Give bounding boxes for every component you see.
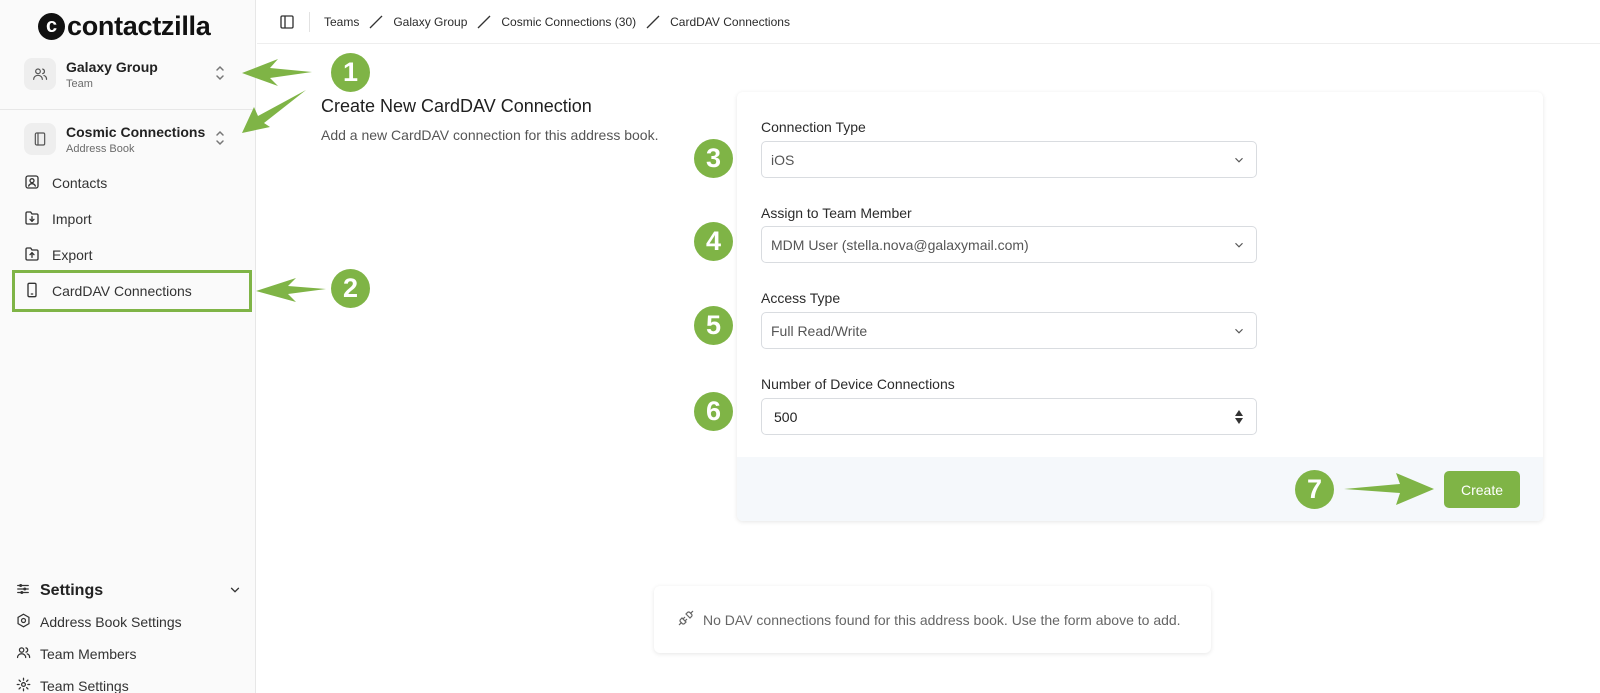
team-switcher[interactable]: Galaxy Group Team: [16, 48, 240, 100]
create-connection-form: Connection Type iOS Assign to Team Membe…: [737, 92, 1543, 521]
empty-state-message: No DAV connections found for this addres…: [703, 611, 1181, 628]
contact-card-icon: [24, 174, 40, 193]
page-subtitle: Add a new CardDAV connection for this ad…: [321, 127, 659, 143]
toolbar-divider: [309, 11, 310, 32]
address-book-subtitle: Address Book: [66, 142, 135, 155]
chevron-down-icon: [1232, 238, 1246, 255]
team-subtitle: Team: [66, 77, 93, 90]
team-name: Galaxy Group: [66, 58, 158, 75]
logo-mark-icon: c: [38, 12, 65, 40]
sidebar-item-export[interactable]: Export: [14, 238, 252, 272]
breadcrumb-slash-icon: [477, 15, 491, 29]
settings-icon: [16, 613, 31, 631]
breadcrumb-current: CardDAV Connections: [670, 14, 790, 29]
unplug-icon: [678, 610, 694, 629]
import-icon: [24, 210, 40, 229]
empty-state: No DAV connections found for this addres…: [654, 586, 1211, 653]
device-connections-value: 500: [774, 408, 798, 425]
number-stepper-icon[interactable]: [1234, 408, 1244, 429]
sidebar-item-label: Contacts: [52, 175, 108, 191]
sidebar-toggle-icon[interactable]: [277, 12, 297, 32]
team-member-value: MDM User (stella.nova@galaxymail.com): [771, 236, 1029, 253]
chevrons-up-down-icon: [214, 64, 226, 87]
breadcrumb-slash-icon: [369, 15, 383, 29]
sliders-icon: [16, 582, 30, 601]
annotation-arrow-2: [256, 278, 326, 302]
team-member-select[interactable]: MDM User (stella.nova@galaxymail.com): [761, 226, 1257, 263]
sidebar-item-import[interactable]: Import: [14, 202, 252, 236]
logo-text: contactzilla: [67, 10, 211, 41]
settings-item-address-book-settings[interactable]: Address Book Settings: [14, 609, 242, 635]
gear-icon: [16, 677, 31, 693]
breadcrumb-slash-icon: [646, 15, 660, 29]
top-bar: Teams Galaxy Group Cosmic Connections (3…: [257, 0, 1600, 44]
breadcrumb: Teams Galaxy Group Cosmic Connections (3…: [324, 15, 790, 29]
export-icon: [24, 246, 40, 265]
team-member-label: Assign to Team Member: [761, 205, 912, 221]
chevrons-up-down-icon: [214, 129, 226, 152]
sidebar-item-label: CardDAV Connections: [52, 283, 192, 299]
create-button[interactable]: Create: [1444, 471, 1520, 508]
sidebar-item-label: Import: [52, 211, 92, 227]
sidebar: c contactzilla Galaxy Group Team Cosmic …: [0, 0, 256, 693]
settings-item-label: Team Settings: [40, 678, 129, 693]
device-connections-input[interactable]: 500: [761, 398, 1257, 435]
connection-type-select[interactable]: iOS: [761, 141, 1257, 178]
users-icon: [24, 58, 56, 90]
settings-section-toggle[interactable]: Settings: [14, 578, 242, 604]
breadcrumb-address-book[interactable]: Cosmic Connections (30): [501, 15, 636, 29]
phone-icon: [24, 282, 40, 301]
form-footer: [737, 457, 1543, 521]
access-type-label: Access Type: [761, 290, 841, 306]
users-icon: [16, 645, 31, 663]
breadcrumb-team[interactable]: Galaxy Group: [393, 15, 467, 29]
settings-item-label: Team Members: [40, 646, 137, 662]
chevron-down-icon: [1232, 324, 1246, 341]
address-book-name: Cosmic Connections: [66, 123, 206, 140]
sidebar-item-label: Export: [52, 247, 93, 263]
annotation-badge-6: 6: [694, 392, 733, 431]
sidebar-item-carddav-connections[interactable]: CardDAV Connections: [12, 270, 252, 312]
connection-type-value: iOS: [771, 151, 795, 168]
sidebar-item-contacts[interactable]: Contacts: [14, 166, 252, 200]
page-title: Create New CardDAV Connection: [321, 96, 592, 116]
chevron-down-icon: [1232, 153, 1246, 170]
access-type-value: Full Read/Write: [771, 322, 868, 339]
settings-item-team-members[interactable]: Team Members: [14, 641, 242, 667]
annotation-badge-2: 2: [331, 269, 370, 308]
settings-item-label: Address Book Settings: [40, 614, 182, 630]
chevron-down-icon: [228, 583, 242, 602]
annotation-badge-7: 7: [1295, 470, 1334, 509]
settings-title: Settings: [40, 582, 104, 599]
settings-item-team-settings[interactable]: Team Settings: [14, 673, 242, 693]
access-type-select[interactable]: Full Read/Write: [761, 312, 1257, 349]
annotation-badge-3: 3: [694, 139, 733, 178]
app-logo[interactable]: c contactzilla: [38, 8, 211, 44]
annotation-badge-5: 5: [694, 306, 733, 345]
connection-type-label: Connection Type: [761, 119, 866, 135]
breadcrumb-teams[interactable]: Teams: [324, 15, 359, 29]
device-connections-label: Number of Device Connections: [761, 376, 955, 392]
address-book-switcher[interactable]: Cosmic Connections Address Book: [16, 113, 240, 165]
book-icon: [24, 123, 56, 155]
annotation-badge-1: 1: [331, 53, 370, 92]
sidebar-divider: [0, 109, 256, 110]
annotation-badge-4: 4: [694, 222, 733, 261]
